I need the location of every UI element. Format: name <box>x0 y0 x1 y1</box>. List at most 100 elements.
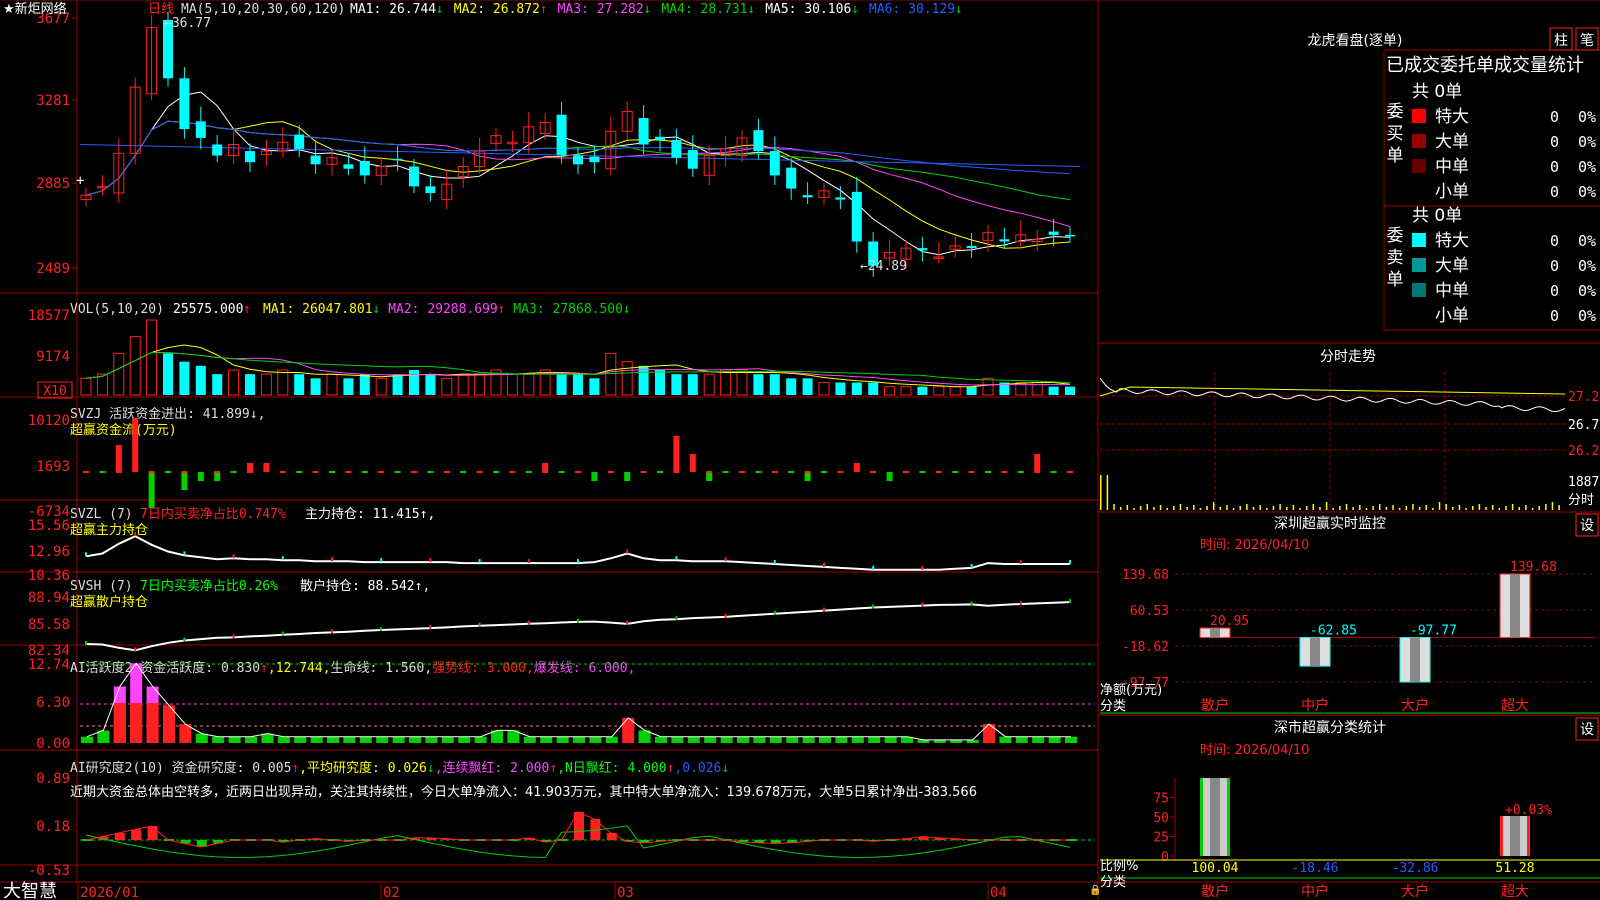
ma-value-1: MA1: 26.744 <box>350 2 436 17</box>
activity-bar <box>769 736 782 743</box>
ma-arrow: ↓ <box>851 2 859 17</box>
timeshare-title: 分时走势 <box>1320 349 1376 365</box>
vol-ma-1: MA1: 26047.801 <box>263 302 373 317</box>
flow-bar <box>689 454 696 472</box>
flow-dash <box>83 471 89 473</box>
volume-bar <box>523 373 535 396</box>
activity-bar <box>819 736 831 743</box>
monitor-bar-shade <box>1410 637 1420 682</box>
ai-active-tick: 12.74 <box>28 657 70 673</box>
svsh-tick-bar <box>675 616 678 621</box>
flow-dash <box>706 471 713 473</box>
side-label-buy: 买 <box>1387 124 1404 144</box>
timeshare-vol-bar <box>1438 502 1441 510</box>
svzl-tick-bar <box>429 558 432 563</box>
volume-bar <box>818 382 830 396</box>
classify-bar-edge <box>1227 778 1230 856</box>
volume-bar <box>326 373 338 396</box>
flow-dash <box>607 471 614 473</box>
activity-bar <box>1065 736 1077 743</box>
ai-research-3: ↓ <box>427 761 435 776</box>
timeshare-vol-bar <box>1126 505 1129 510</box>
ai-research-4: ,连续飘红: 2.000 <box>435 760 550 776</box>
flow-dash <box>903 471 909 473</box>
timeshare-tick: 26.76 <box>1568 418 1600 433</box>
timeshare-vol-bar <box>1292 505 1295 510</box>
svsh-tick: 88.94 <box>28 590 70 606</box>
classify-tick: 75 <box>1153 792 1169 807</box>
flow-dash <box>542 471 549 473</box>
flow-bar <box>525 471 532 473</box>
svzj-tick: 1693 <box>36 459 70 475</box>
volume-bar <box>96 373 108 396</box>
candle-body <box>425 186 436 193</box>
flow-bar <box>657 471 663 473</box>
ai-research-1: ↑ <box>291 761 299 776</box>
monitor-value: -97.77 <box>1410 624 1457 639</box>
timeshare-vol-bar <box>1332 508 1334 510</box>
activity-bar <box>294 736 307 743</box>
svzj-tick: 10120 <box>28 413 70 429</box>
ma-params: MA(5,10,20,30,60,120) <box>181 2 345 17</box>
monitor-value: 139.68 <box>1510 560 1557 575</box>
svzl-label: SVZL (7) <box>70 507 133 522</box>
volume-bar <box>506 373 518 396</box>
volume-bar <box>966 386 977 395</box>
candle-body <box>310 155 321 165</box>
side-label-buy: 委 <box>1387 102 1404 122</box>
candle-body <box>212 144 223 156</box>
flow-bar <box>247 463 253 472</box>
stock-name[interactable]: ★新炬网络 <box>3 1 67 17</box>
timeshare-tick: 26.28 <box>1568 444 1600 459</box>
ma-arrow: ↓ <box>747 2 755 17</box>
row-name: 中单 <box>1435 157 1469 177</box>
row-pct: 0% <box>1578 282 1596 300</box>
classify-annotation: +0.03% <box>1505 803 1552 818</box>
row-name: 特大 <box>1435 107 1469 127</box>
flow-bar <box>296 471 303 473</box>
flow-dash <box>509 471 516 473</box>
volume-bar <box>457 373 469 396</box>
monitor-category: 大户 <box>1401 697 1429 714</box>
classify-category: 大户 <box>1401 883 1429 900</box>
period-label[interactable]: 日线 <box>148 2 174 17</box>
timeshare-vol-bar <box>1465 508 1467 510</box>
row-vol: 0 <box>1550 282 1559 300</box>
classify-category: 超大 <box>1501 884 1529 900</box>
ma-value-4: MA4: 28.731 <box>661 2 747 17</box>
classify-category: 中户 <box>1301 883 1329 900</box>
volume-bar <box>1065 386 1075 395</box>
vol-value: 25575.000 <box>173 302 243 317</box>
classify-xlabel: 分类 <box>1100 875 1126 890</box>
crosshair-icon: + <box>76 173 84 189</box>
legend-swatch <box>1412 109 1426 123</box>
timeshare-vol-bar <box>1179 504 1182 510</box>
pen-mode-label: 笔 <box>1580 33 1594 49</box>
timeshare-vol-bar <box>1345 504 1348 510</box>
volume-bar <box>146 319 158 396</box>
svsh-tick-bar <box>85 641 87 646</box>
row-vol: 0 <box>1550 257 1559 275</box>
timeshare-vol-bar <box>1392 505 1394 510</box>
ai-research-tick: -0.53 <box>28 863 70 879</box>
ai-active-3: 生命线: 1.560, <box>331 660 433 676</box>
timeshare-vol-bar <box>1445 504 1447 510</box>
candle-body <box>245 151 255 163</box>
flow-bar <box>214 472 221 481</box>
volume-bar <box>753 374 764 395</box>
volume-bar <box>703 373 715 396</box>
svsh-tick-bar <box>134 647 137 652</box>
flow-dash <box>870 471 877 473</box>
monitor-category: 中户 <box>1301 697 1329 714</box>
classify-value: 100.04 <box>1192 861 1239 876</box>
flow-dash <box>247 471 253 473</box>
flow-bar <box>1034 454 1041 472</box>
classify-bar-shade <box>1510 816 1520 856</box>
svsh-tick-bar <box>380 627 383 632</box>
svsh-tick-bar <box>724 613 727 618</box>
volume-bar <box>277 369 289 396</box>
volume-bar <box>80 377 92 396</box>
flow-dash <box>640 471 647 473</box>
activity-bar <box>671 736 684 743</box>
flow-bar <box>821 471 827 473</box>
